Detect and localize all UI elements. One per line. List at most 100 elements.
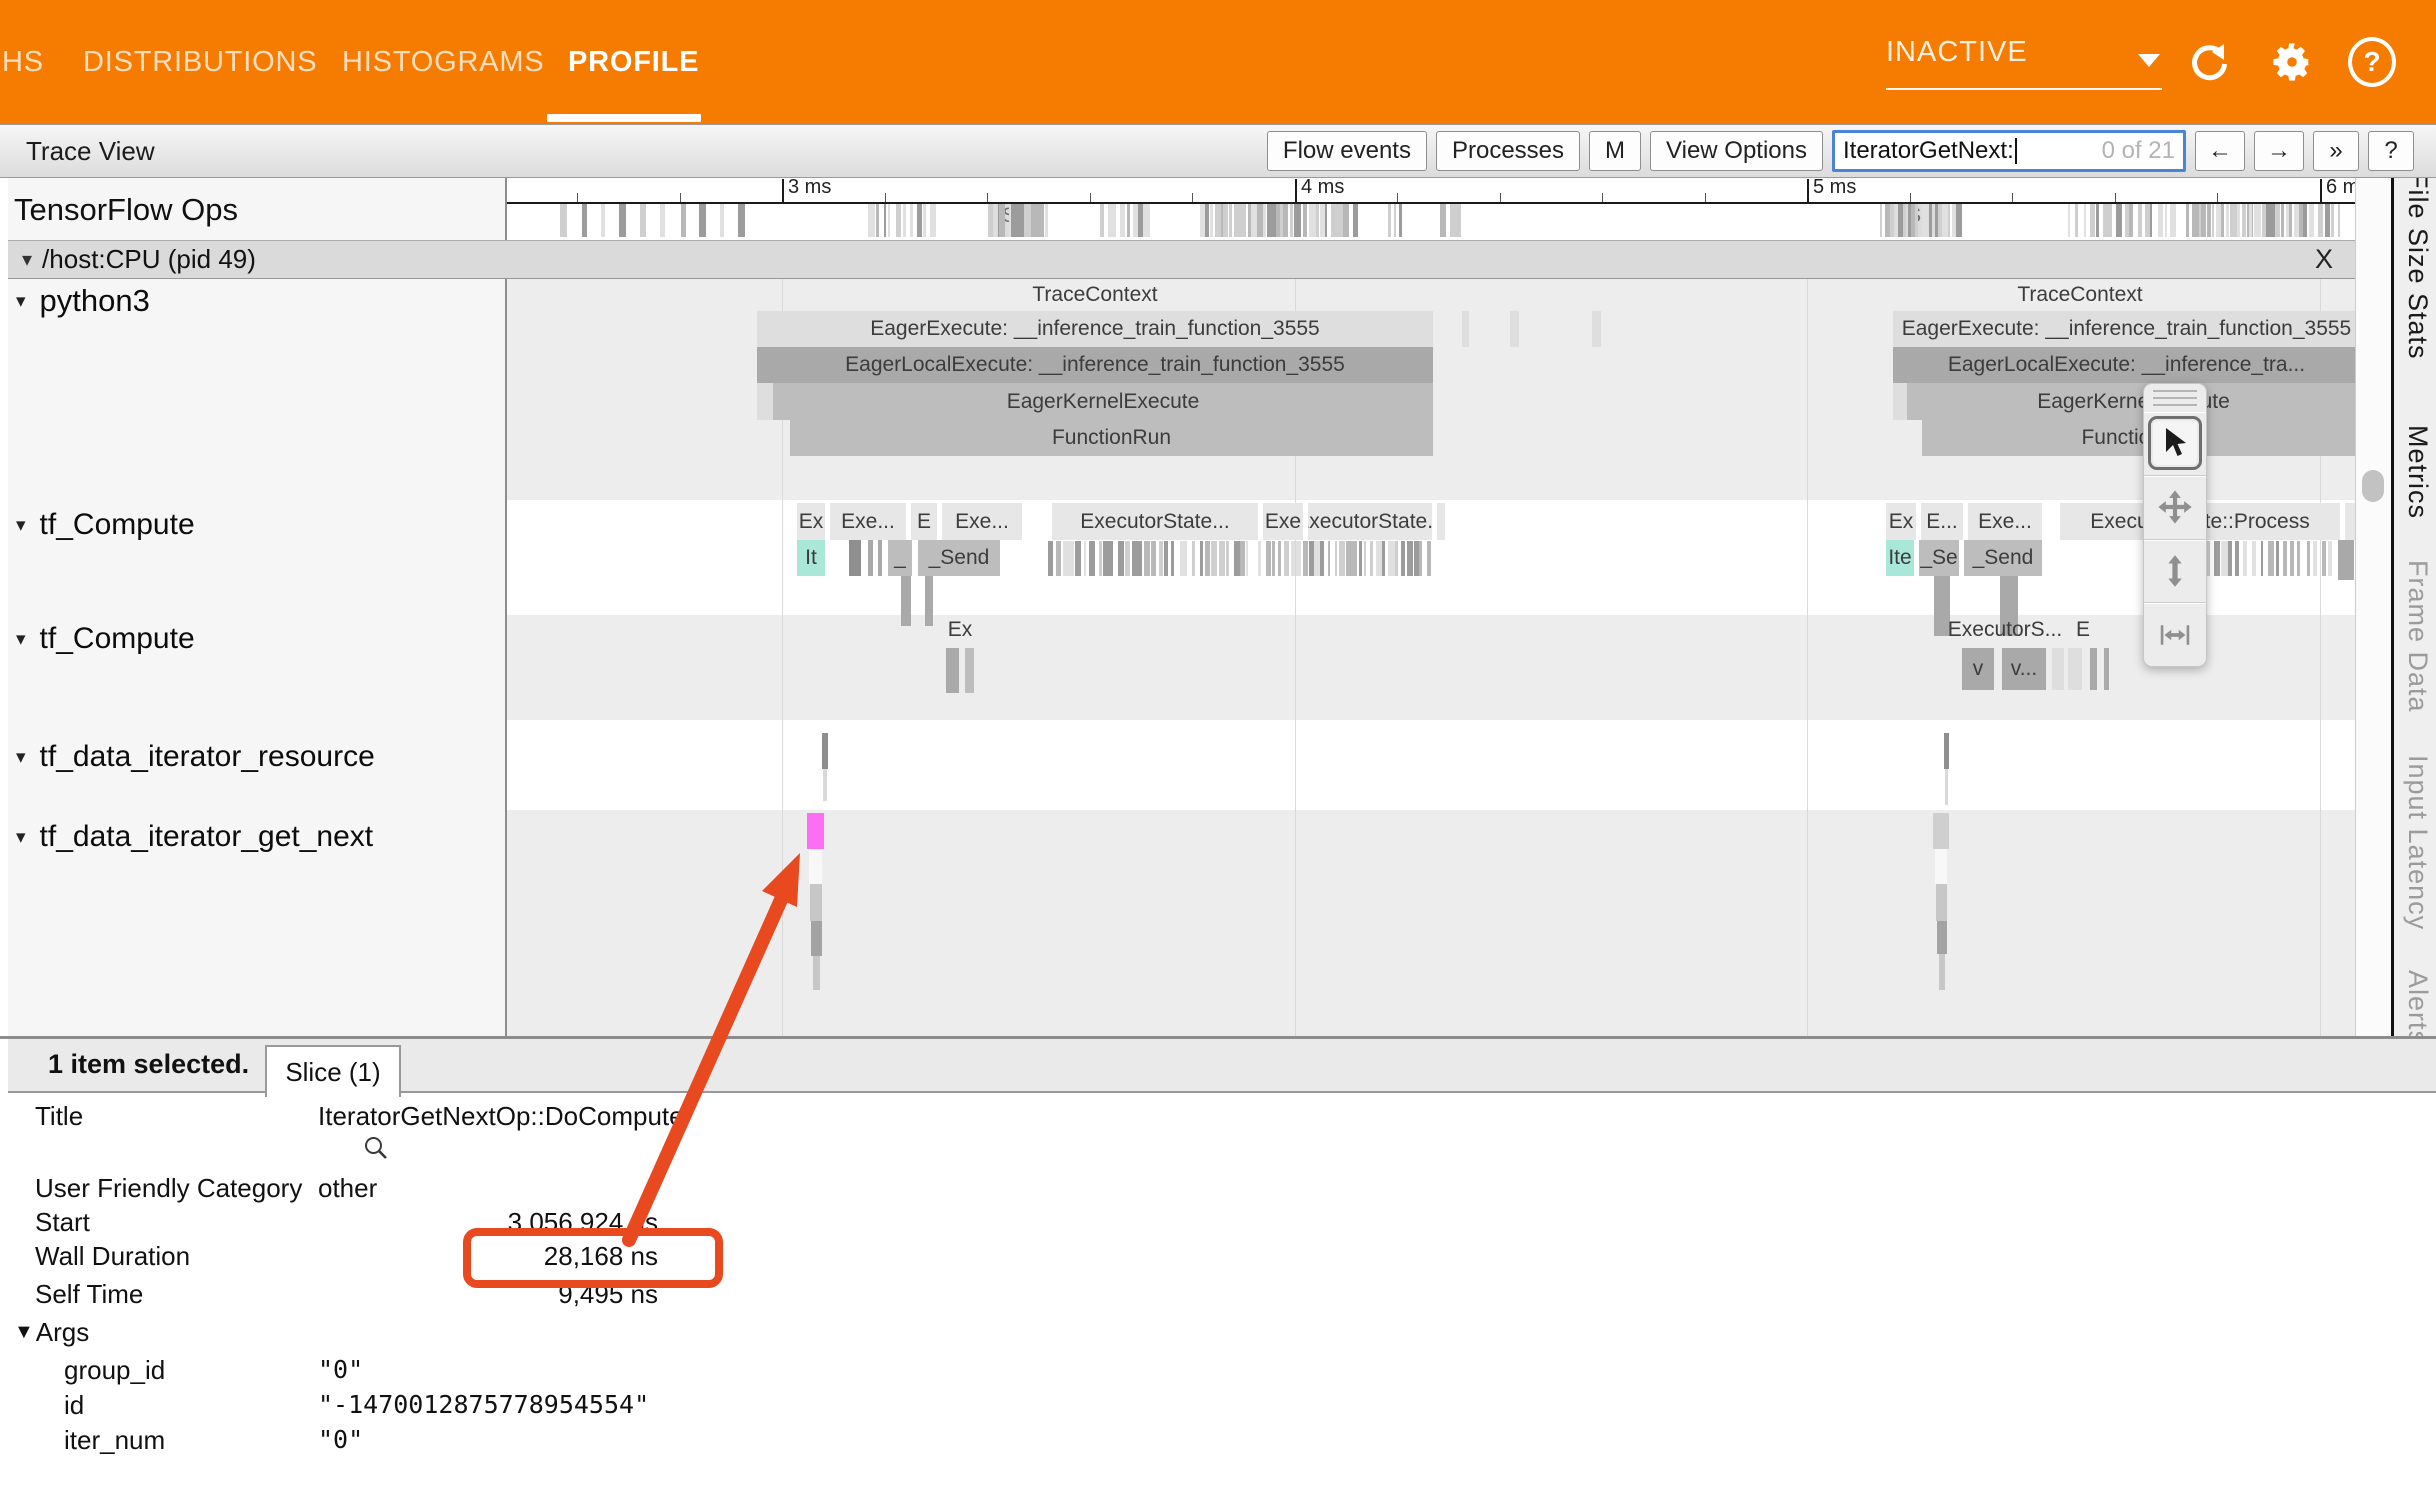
trace-slice[interactable]: _Send bbox=[1964, 540, 2042, 576]
trace-slice[interactable] bbox=[868, 540, 873, 576]
find-next-button[interactable]: → bbox=[2254, 131, 2304, 171]
selected-trace-slice[interactable] bbox=[807, 813, 824, 849]
trace-slice[interactable] bbox=[849, 540, 861, 576]
zoom-tool-button[interactable] bbox=[2144, 539, 2206, 603]
pan-tool-button[interactable] bbox=[2144, 475, 2206, 539]
trace-slice[interactable] bbox=[2338, 540, 2354, 580]
trace-slice[interactable]: Exe bbox=[1263, 503, 1303, 540]
trace-slice[interactable] bbox=[1935, 849, 1947, 884]
trace-slice[interactable] bbox=[2104, 648, 2109, 690]
collapse-icon[interactable]: ▾ bbox=[22, 247, 32, 272]
trace-slice[interactable] bbox=[1945, 769, 1948, 805]
trace-slice[interactable]: EagerExecute: __inference_train_function… bbox=[757, 311, 1433, 347]
side-tab-input-latency[interactable]: Input Latency bbox=[2402, 755, 2433, 930]
tab-graphs-clipped[interactable]: HS bbox=[2, 0, 44, 124]
trace-slice[interactable]: EagerKernelExecute bbox=[1907, 383, 2360, 420]
collapse-icon[interactable]: ▾ bbox=[16, 290, 26, 313]
expand-button[interactable]: » bbox=[2313, 131, 2359, 171]
toolbar-button-flow-events[interactable]: Flow events bbox=[1267, 131, 1427, 171]
trace-slice[interactable]: Ex bbox=[942, 614, 978, 646]
trace-slice[interactable]: ExecutorS... bbox=[1935, 614, 2075, 646]
tab-distributions[interactable]: DISTRIBUTIONS bbox=[83, 0, 317, 124]
search-input[interactable]: IteratorGetNext: 0 of 21 bbox=[1832, 130, 2186, 172]
trace-slice[interactable]: TraceContext bbox=[1860, 278, 2300, 311]
toolbar-button-processes[interactable]: Processes bbox=[1436, 131, 1580, 171]
trace-slice[interactable]: EagerLocalExecute: __inference_tra... bbox=[1893, 347, 2360, 383]
row-label-tf_Compute-1[interactable]: ▾tf_Compute bbox=[16, 508, 195, 542]
timeline-ruler[interactable]: 3 ms4 ms5 ms6 ms bbox=[505, 176, 2355, 204]
trace-slice[interactable] bbox=[1592, 311, 1601, 347]
trace-slice[interactable] bbox=[757, 383, 773, 420]
collapse-icon[interactable]: ▾ bbox=[16, 826, 26, 849]
trace-slice[interactable] bbox=[810, 884, 822, 921]
trace-slice[interactable] bbox=[2052, 648, 2064, 690]
trace-slice[interactable] bbox=[1933, 813, 1949, 849]
row-label-python3-0[interactable]: ▾python3 bbox=[16, 283, 150, 319]
select-tool-button[interactable] bbox=[2144, 412, 2206, 475]
tab-profile[interactable]: PROFILE bbox=[568, 0, 699, 124]
trace-slice[interactable] bbox=[811, 921, 822, 956]
tab-slice[interactable]: Slice (1) bbox=[265, 1045, 401, 1097]
trace-slice[interactable] bbox=[2068, 648, 2082, 690]
help-icon[interactable]: ? bbox=[2348, 38, 2396, 86]
trace-slice[interactable]: _Se bbox=[1919, 540, 1959, 576]
run-selector[interactable]: INACTIVE bbox=[1886, 36, 2162, 69]
trace-slice[interactable]: E bbox=[911, 503, 937, 540]
trace-slice[interactable]: EagerKernelExecute bbox=[773, 383, 1433, 420]
trace-slice[interactable]: Exe... bbox=[830, 503, 906, 540]
row-label-tf_data_iterator_resource-3[interactable]: ▾tf_data_iterator_resource bbox=[16, 740, 375, 774]
trace-slice[interactable]: v bbox=[1962, 648, 1994, 690]
trace-slice[interactable] bbox=[1510, 311, 1519, 347]
trace-slice[interactable]: FunctionRun bbox=[790, 420, 1433, 456]
trace-slice[interactable] bbox=[809, 849, 822, 884]
trace-slice[interactable] bbox=[1893, 383, 1907, 420]
trace-slice[interactable] bbox=[823, 769, 827, 801]
side-tab-metrics[interactable]: Metrics bbox=[2402, 425, 2433, 519]
trace-slice[interactable]: Ite bbox=[1886, 540, 1914, 576]
trace-slice[interactable]: E... bbox=[1921, 503, 1963, 540]
trace-slice[interactable] bbox=[1944, 733, 1949, 769]
help-button[interactable]: ? bbox=[2368, 131, 2414, 171]
trace-slice[interactable]: Exe... bbox=[1968, 503, 2042, 540]
trace-slice[interactable] bbox=[946, 648, 959, 693]
trace-slice[interactable]: It bbox=[797, 540, 825, 576]
chevron-down-icon[interactable] bbox=[2138, 54, 2160, 67]
process-header[interactable]: ▾ /host:CPU (pid 49) X bbox=[8, 240, 2355, 279]
close-icon[interactable]: X bbox=[2315, 244, 2333, 275]
trace-slice[interactable]: EagerExecute: __inference_train_function… bbox=[1893, 311, 2360, 347]
toolbar-button-view-options[interactable]: View Options bbox=[1650, 131, 1823, 171]
trace-slice[interactable] bbox=[813, 956, 820, 990]
trace-slice[interactable]: Ex bbox=[1886, 503, 1916, 540]
args-section-toggle[interactable]: ▼ Args bbox=[14, 1317, 89, 1348]
trace-slice[interactable]: E bbox=[2072, 614, 2094, 646]
trace-slice[interactable] bbox=[1936, 884, 1947, 921]
side-tab-frame-data[interactable]: Frame Data bbox=[2402, 560, 2433, 713]
vertical-scroll-gutter[interactable] bbox=[2355, 176, 2392, 1036]
trace-slice[interactable] bbox=[2090, 648, 2097, 690]
search-title-icon[interactable] bbox=[362, 1134, 390, 1167]
side-tab-file-size-stats[interactable]: File Size Stats bbox=[2402, 172, 2433, 360]
trace-slice[interactable] bbox=[925, 576, 933, 626]
trace-slice[interactable] bbox=[901, 576, 911, 626]
trace-slice[interactable] bbox=[1437, 503, 1445, 540]
row-label-tf_Compute-2[interactable]: ▾tf_Compute bbox=[16, 622, 195, 656]
refresh-icon[interactable] bbox=[2186, 38, 2234, 86]
toolbar-button-m[interactable]: M bbox=[1589, 131, 1641, 171]
trace-slice[interactable]: Exe... bbox=[942, 503, 1022, 540]
trace-slice[interactable] bbox=[1939, 954, 1945, 990]
trace-slice[interactable]: TraceContext bbox=[757, 278, 1433, 311]
trace-slice[interactable] bbox=[1462, 311, 1469, 347]
trace-slice[interactable] bbox=[1937, 921, 1947, 954]
row-label-tf_data_iterator_get_next-4[interactable]: ▾tf_data_iterator_get_next bbox=[16, 820, 373, 854]
trace-slice[interactable]: FunctionRun bbox=[1922, 420, 2360, 456]
find-previous-button[interactable]: ← bbox=[2195, 131, 2245, 171]
timing-tool-button[interactable] bbox=[2144, 602, 2206, 666]
scrollbar-thumb[interactable] bbox=[2362, 470, 2384, 502]
collapse-icon[interactable]: ▾ bbox=[16, 628, 26, 651]
side-tab-alerts[interactable]: Alerts bbox=[2402, 970, 2433, 1045]
trace-slice[interactable] bbox=[878, 540, 882, 576]
palette-drag-handle[interactable] bbox=[2153, 390, 2197, 410]
collapse-icon[interactable]: ▾ bbox=[16, 746, 26, 769]
collapse-icon[interactable]: ▾ bbox=[16, 514, 26, 537]
trace-slice[interactable]: ExecutorState... bbox=[1308, 503, 1432, 540]
